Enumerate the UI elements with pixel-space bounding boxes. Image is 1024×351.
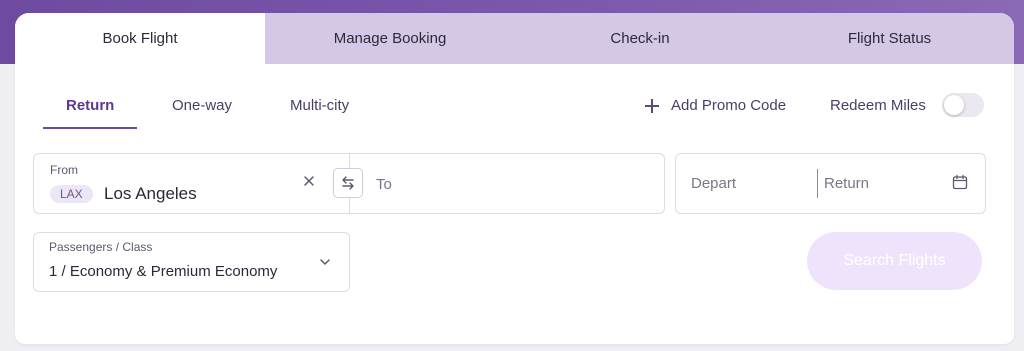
- calendar-icon[interactable]: [952, 174, 968, 195]
- date-field: Depart Return: [675, 153, 986, 214]
- from-label: From: [50, 163, 78, 177]
- destination-input[interactable]: To: [376, 176, 392, 193]
- chevron-down-icon: [318, 255, 332, 274]
- toggle-knob: [944, 95, 964, 115]
- origin-city-input[interactable]: Los Angeles: [104, 184, 197, 204]
- origin-destination-field: From LAX Los Angeles To: [33, 153, 665, 214]
- trip-type-one-way[interactable]: One-way: [172, 97, 232, 114]
- trip-type-bar: Return One-way Multi-city Add Promo Code…: [15, 64, 1014, 130]
- passengers-class-label: Passengers / Class: [49, 240, 153, 254]
- origin-airport-code: LAX: [50, 185, 93, 203]
- date-divider: [817, 169, 818, 198]
- return-date-input[interactable]: Return: [824, 175, 869, 192]
- tab-book-flight[interactable]: Book Flight: [15, 13, 265, 64]
- swap-icon: [342, 176, 354, 190]
- passengers-class-select[interactable]: Passengers / Class 1 / Economy & Premium…: [33, 232, 350, 292]
- plus-icon: [645, 98, 659, 113]
- search-flights-button[interactable]: Search Flights: [807, 232, 982, 290]
- tab-bar: Book Flight Manage Booking Check-in Flig…: [15, 13, 1014, 64]
- redeem-miles-toggle[interactable]: [942, 93, 984, 117]
- swap-airports-button[interactable]: [333, 168, 363, 198]
- tab-flight-status[interactable]: Flight Status: [765, 13, 1014, 64]
- active-tab-indicator: [43, 127, 137, 129]
- promo-label: Add Promo Code: [671, 97, 787, 114]
- booking-widget: Book Flight Manage Booking Check-in Flig…: [15, 13, 1014, 344]
- clear-origin-icon[interactable]: [302, 174, 316, 188]
- tab-manage-booking[interactable]: Manage Booking: [265, 13, 515, 64]
- depart-date-input[interactable]: Depart: [691, 175, 736, 192]
- trip-type-multi-city[interactable]: Multi-city: [290, 97, 349, 114]
- trip-type-return[interactable]: Return: [66, 97, 114, 114]
- redeem-miles-label: Redeem Miles: [830, 97, 926, 114]
- passengers-class-value: 1 / Economy & Premium Economy: [49, 263, 278, 280]
- tab-check-in[interactable]: Check-in: [515, 13, 765, 64]
- add-promo-code-button[interactable]: Add Promo Code: [645, 97, 786, 114]
